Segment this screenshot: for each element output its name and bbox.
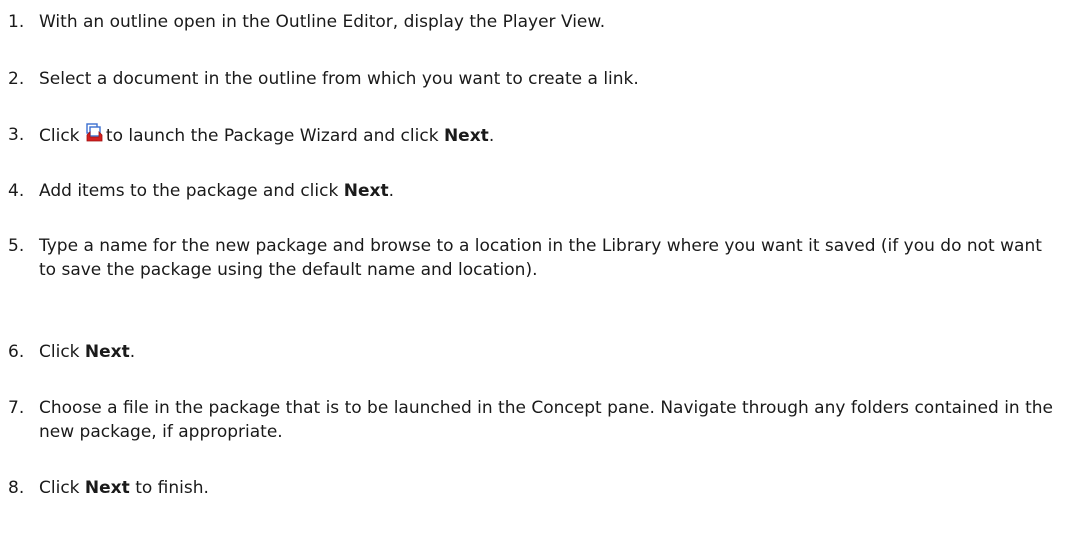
step-number: 7. bbox=[8, 398, 25, 418]
step-text: With an outline open in the Outline Edit… bbox=[39, 12, 606, 32]
step-number: 1. bbox=[8, 12, 25, 32]
step-text-part: Click bbox=[39, 478, 80, 498]
step-number: 6. bbox=[8, 342, 25, 362]
step-5: 5. Type a name for the new package and b… bbox=[0, 234, 1080, 282]
step-number: 2. bbox=[8, 69, 25, 89]
step-text: Click Next. bbox=[39, 340, 1060, 364]
next-emphasis: Next bbox=[84, 478, 130, 498]
step-text: Choose a file in the package that is to … bbox=[39, 398, 1053, 442]
step-text: Select a document in the outline from wh… bbox=[39, 69, 639, 89]
step-text-part: to launch the Package Wizard and click bbox=[105, 126, 439, 146]
step-text: Add items to the package and click Next. bbox=[39, 179, 1060, 203]
step-text-part: Click bbox=[39, 342, 80, 362]
step-text: Click Next to finish. bbox=[39, 476, 1060, 500]
step-1: 1. With an outline open in the Outline E… bbox=[0, 10, 1080, 34]
step-6: 6. Click Next. bbox=[0, 340, 1080, 364]
step-7: 7. Choose a file in the package that is … bbox=[0, 396, 1080, 444]
step-8: 8. Click Next to finish. bbox=[0, 476, 1080, 500]
step-text-part: Add items to the package and click bbox=[39, 181, 339, 201]
instruction-steps: 1. With an outline open in the Outline E… bbox=[0, 0, 1086, 538]
next-emphasis: Next bbox=[84, 342, 130, 362]
next-emphasis: Next bbox=[343, 181, 389, 201]
step-text-part: . bbox=[388, 181, 394, 201]
step-text-part: . bbox=[488, 126, 495, 146]
step-4: 4. Add items to the package and click Ne… bbox=[0, 179, 1080, 203]
step-number: 3. bbox=[8, 125, 25, 145]
step-text-part: Click bbox=[39, 126, 80, 146]
step-text-part: to finish. bbox=[135, 478, 209, 498]
step-2: 2. Select a document in the outline from… bbox=[0, 67, 1080, 91]
step-text: Type a name for the new package and brow… bbox=[39, 236, 1042, 280]
step-number: 5. bbox=[8, 236, 25, 256]
step-number: 8. bbox=[8, 478, 25, 498]
step-3: 3. Click to launch the Package Wizard an… bbox=[0, 123, 1080, 148]
step-text-part: . bbox=[129, 342, 136, 362]
step-number: 4. bbox=[8, 181, 25, 201]
package-wizard-icon[interactable] bbox=[85, 123, 105, 143]
next-emphasis: Next bbox=[443, 126, 489, 146]
step-text: Click to launch the Package Wizard and c… bbox=[39, 123, 1060, 148]
